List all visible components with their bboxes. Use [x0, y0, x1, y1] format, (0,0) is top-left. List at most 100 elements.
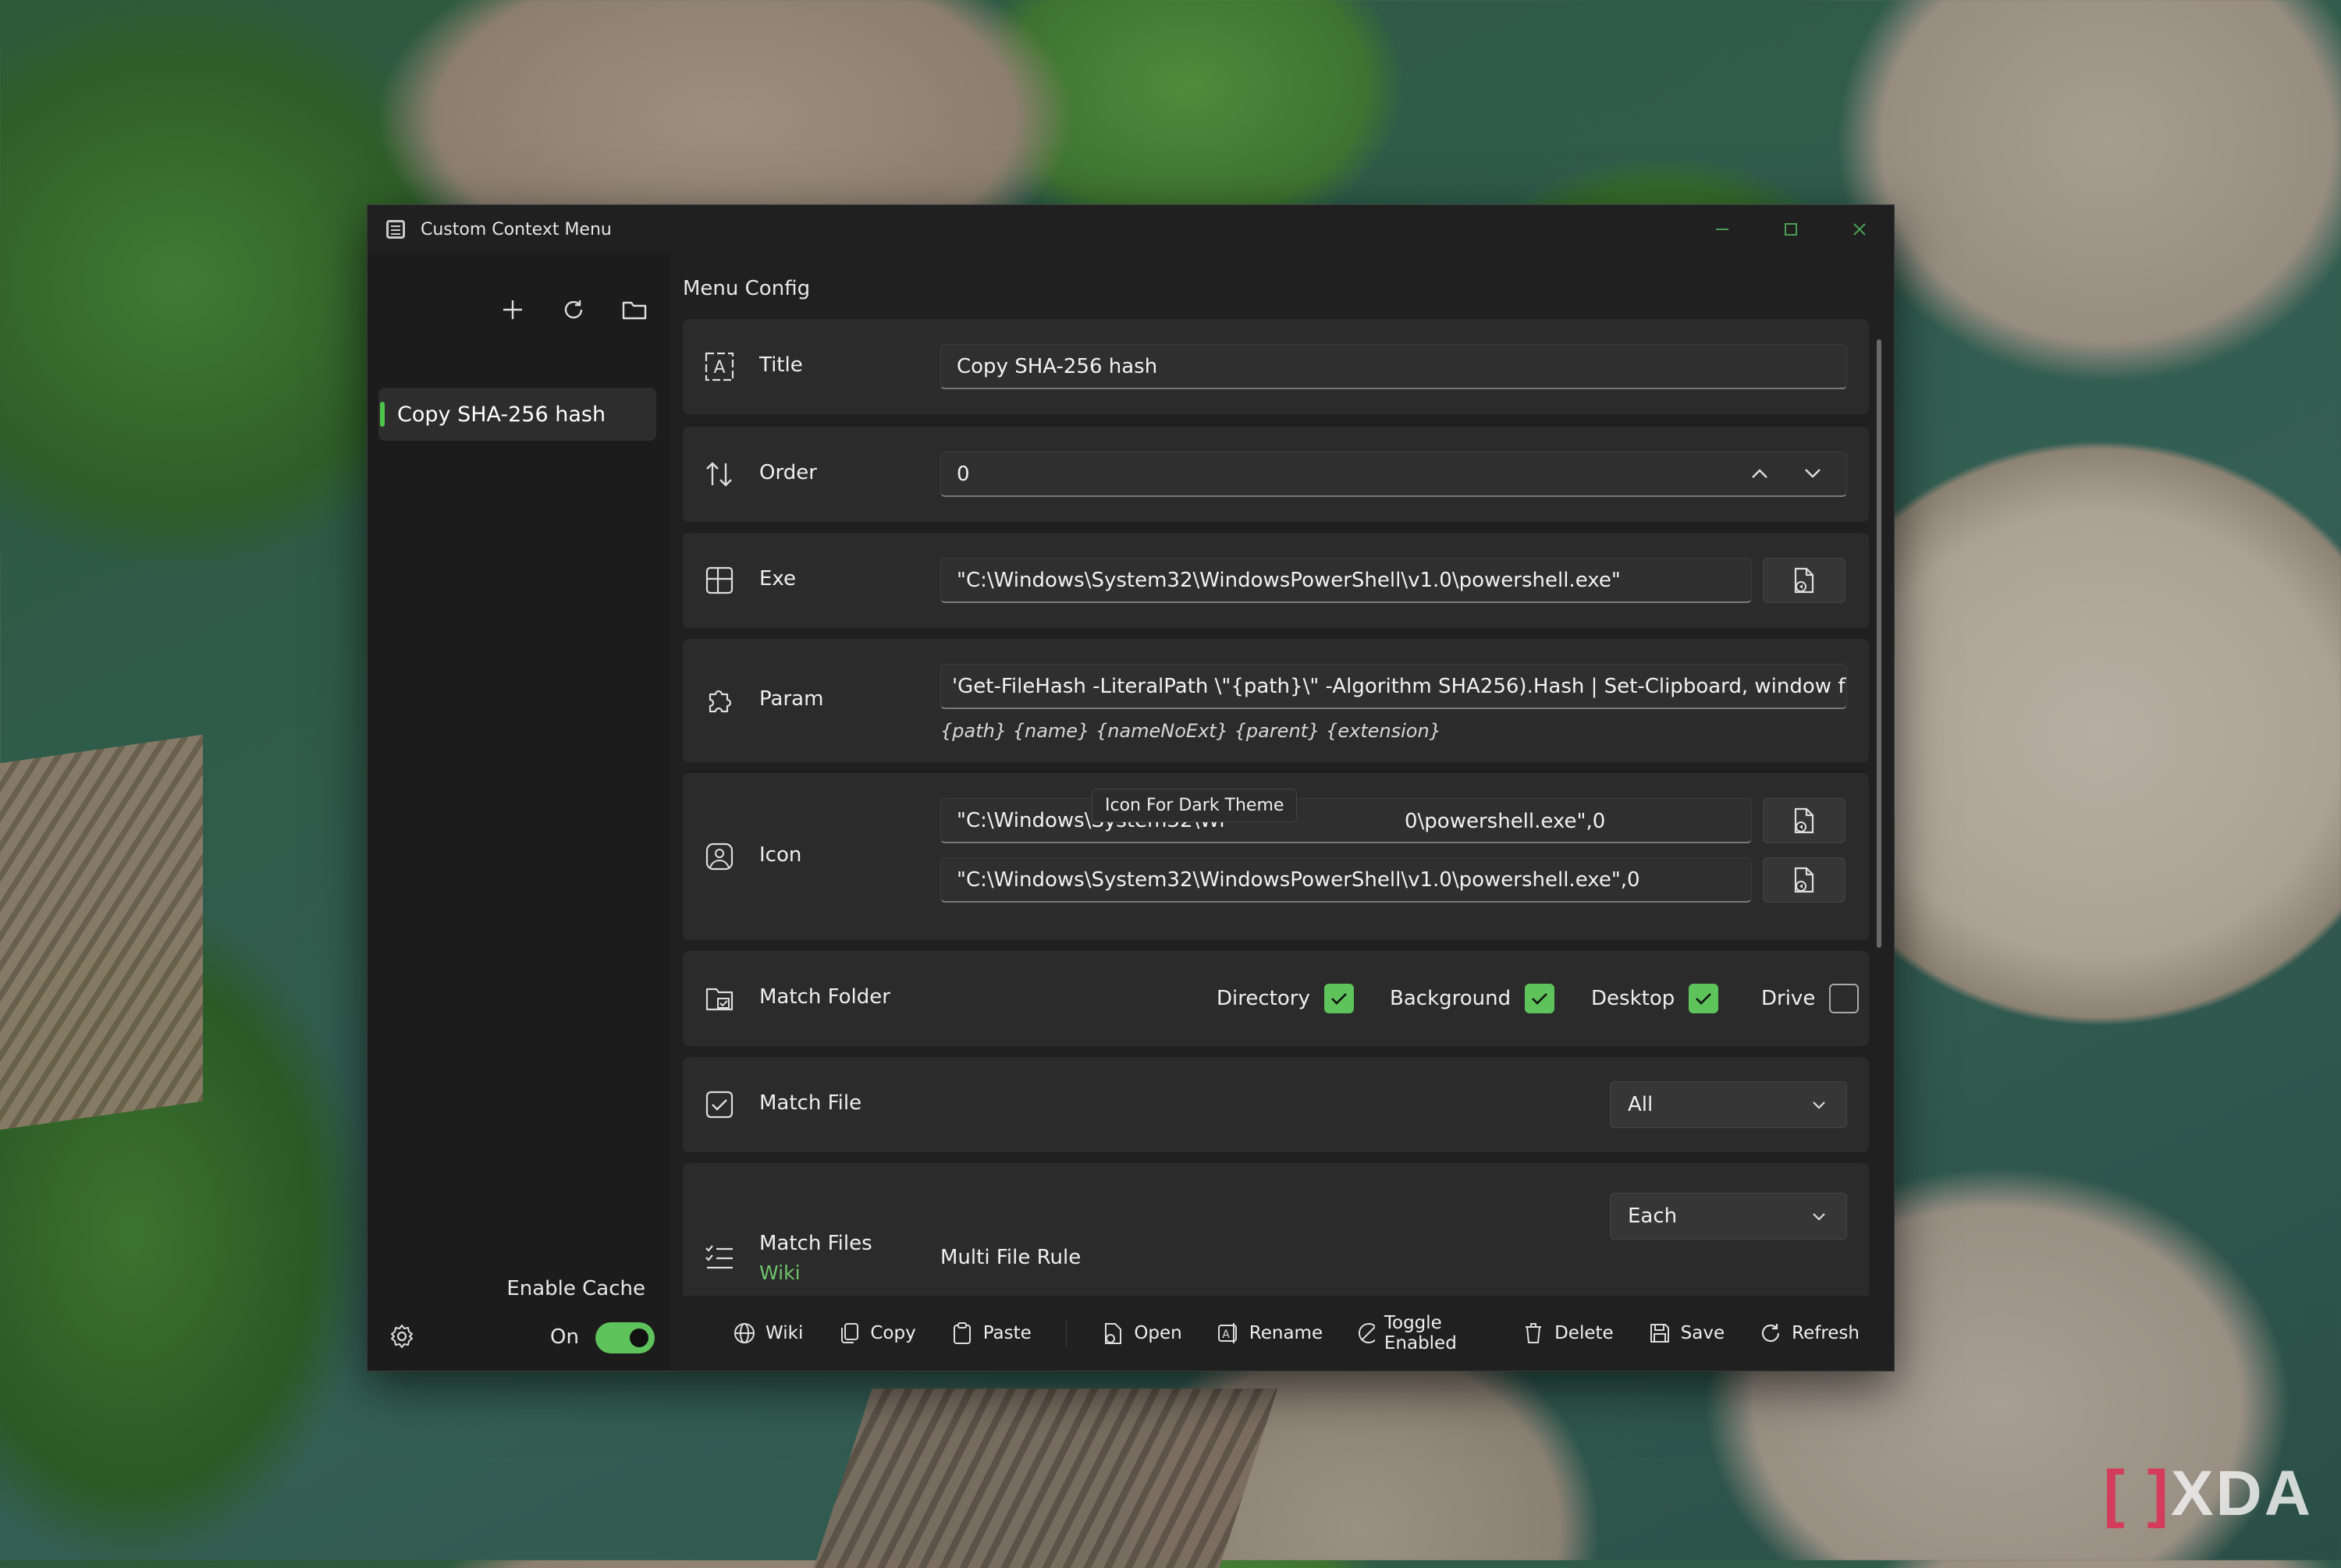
directory-checkbox[interactable]	[1323, 984, 1354, 1013]
order-value: 0	[957, 462, 970, 486]
open-folder-button[interactable]	[617, 293, 652, 327]
param-label: Param	[759, 687, 824, 711]
param-placeholders-hint: {path} {name} {nameNoExt} {parent} {exte…	[940, 720, 1441, 742]
browse-icon-dark-button[interactable]	[1763, 798, 1845, 843]
drive-checkbox[interactable]	[1829, 984, 1860, 1013]
match-folder-label: Match Folder	[759, 985, 890, 1009]
command-bar: Wiki Copy Paste Open A Rename Toggle Ena…	[670, 1296, 1894, 1371]
icon-label: Icon	[759, 843, 802, 867]
svg-text:A: A	[713, 358, 725, 378]
checklist-icon	[703, 1241, 736, 1274]
maximize-icon	[1785, 223, 1797, 236]
image-icon	[703, 840, 736, 873]
save-button-label: Save	[1680, 1323, 1725, 1343]
prohibited-icon	[1359, 1323, 1375, 1343]
maximize-button[interactable]	[1757, 205, 1825, 254]
paste-button[interactable]: Paste	[950, 1321, 1032, 1345]
rename-button[interactable]: A Rename	[1217, 1321, 1323, 1345]
save-button[interactable]: Save	[1648, 1321, 1725, 1345]
add-button[interactable]	[496, 293, 530, 327]
svg-text:A: A	[1222, 1329, 1230, 1341]
copy-icon	[841, 1323, 859, 1343]
refresh-icon	[1762, 1324, 1780, 1343]
title-input[interactable]: Copy SHA-256 hash	[940, 344, 1847, 389]
wiki-button[interactable]: Wiki	[733, 1321, 803, 1345]
desktop-checkbox[interactable]	[1689, 984, 1719, 1013]
delete-button[interactable]: Delete	[1522, 1321, 1614, 1345]
minimize-icon	[1716, 229, 1728, 230]
checkbox-icon	[703, 1088, 736, 1121]
chevron-down-icon	[1813, 1102, 1825, 1109]
background-checkbox[interactable]	[1525, 984, 1555, 1013]
puzzle-icon	[703, 684, 736, 717]
browse-exe-button[interactable]	[1763, 558, 1845, 603]
icon-light-theme-input[interactable]: "C:\Windows\System32\WindowsPowerShell\v…	[940, 857, 1752, 903]
file-open-icon	[1105, 1323, 1122, 1344]
enable-cache-label: Enable Cache	[506, 1277, 645, 1300]
open-button[interactable]: Open	[1101, 1321, 1182, 1345]
selection-indicator	[380, 402, 385, 427]
refresh-button[interactable]: Refresh	[1759, 1321, 1860, 1345]
file-open-icon	[1794, 867, 1814, 893]
wiki-button-label: Wiki	[766, 1323, 804, 1343]
file-open-icon	[1794, 567, 1814, 594]
chevron-up-icon	[1752, 469, 1767, 478]
cache-toggle-label: On	[550, 1325, 579, 1349]
chevron-down-icon	[1813, 1213, 1825, 1221]
desktop-label: Desktop	[1591, 987, 1675, 1010]
order-number-input[interactable]: 0	[940, 452, 1847, 497]
title-card: A Title Copy SHA-256 hash	[683, 319, 1869, 414]
file-open-icon	[1794, 807, 1814, 834]
enable-cache-toggle[interactable]	[595, 1322, 655, 1353]
background-label: Background	[1390, 987, 1512, 1010]
scrollbar[interactable]	[1877, 339, 1881, 948]
rename-icon: A	[1217, 1323, 1237, 1343]
toolbar-separator	[1065, 1320, 1067, 1346]
title-bar[interactable]: Custom Context Menu	[368, 205, 1894, 254]
gear-icon	[391, 1325, 413, 1348]
match-file-dropdown[interactable]: All	[1610, 1081, 1847, 1128]
copy-button[interactable]: Copy	[837, 1321, 916, 1345]
directory-label: Directory	[1217, 987, 1310, 1010]
icon-dark-theme-input[interactable]: "C:\Windows\System32\Wi 0\powershell.exe…	[940, 798, 1752, 843]
multi-file-rule-selected: Each	[1628, 1204, 1678, 1228]
match-files-card: Match Files Wiki Each Multi File Rule	[683, 1163, 1869, 1296]
increment-button[interactable]	[1744, 458, 1775, 489]
sidebar-item-copy-sha-256-hash[interactable]: Copy SHA-256 hash	[378, 388, 656, 441]
folder-check-icon	[703, 982, 736, 1015]
toggle-enabled-button[interactable]: Toggle Enabled	[1357, 1313, 1487, 1353]
browse-icon-light-button[interactable]	[1763, 857, 1845, 903]
reload-button[interactable]	[556, 293, 591, 327]
drive-option[interactable]: Drive	[1761, 951, 1860, 1046]
app-window: Custom Context Menu Copy SHA-256 hash En…	[367, 204, 1895, 1371]
background-option[interactable]: Background	[1390, 951, 1555, 1046]
sidebar: Copy SHA-256 hash Enable Cache On	[368, 254, 670, 1371]
match-file-selected: All	[1628, 1093, 1654, 1116]
save-icon	[1650, 1324, 1669, 1343]
minimize-button[interactable]	[1688, 205, 1757, 254]
order-label: Order	[759, 461, 817, 484]
decrement-button[interactable]	[1797, 458, 1828, 489]
exe-path-input[interactable]: "C:\Windows\System32\WindowsPowerShell\v…	[940, 558, 1752, 603]
param-card: Param 'Get-FileHash -LiteralPath \"{path…	[683, 639, 1869, 762]
watermark-logo: [ ]XDA	[2103, 1458, 2313, 1529]
toggle-enabled-button-label: Toggle Enabled	[1384, 1313, 1457, 1353]
exe-label: Exe	[759, 567, 797, 591]
settings-button[interactable]	[386, 1321, 417, 1352]
check-icon	[1330, 993, 1347, 1005]
check-icon	[1696, 993, 1712, 1005]
trash-icon	[1526, 1323, 1542, 1343]
close-button[interactable]	[1825, 205, 1894, 254]
check-icon	[1532, 993, 1548, 1005]
multi-file-rule-dropdown[interactable]: Each	[1610, 1193, 1847, 1240]
folder-icon	[622, 301, 647, 320]
desktop-option[interactable]: Desktop	[1591, 951, 1719, 1046]
refresh-button-label: Refresh	[1792, 1323, 1860, 1343]
globe-icon	[734, 1323, 755, 1343]
match-files-wiki-link[interactable]: Wiki	[759, 1261, 801, 1284]
param-input[interactable]: 'Get-FileHash -LiteralPath \"{path}\" -A…	[940, 664, 1847, 709]
refresh-icon	[564, 300, 583, 319]
directory-option[interactable]: Directory	[1217, 951, 1354, 1046]
icon-card: Icon "C:\Windows\System32\Wi 0\powershel…	[683, 773, 1869, 940]
open-button-label: Open	[1134, 1323, 1182, 1343]
